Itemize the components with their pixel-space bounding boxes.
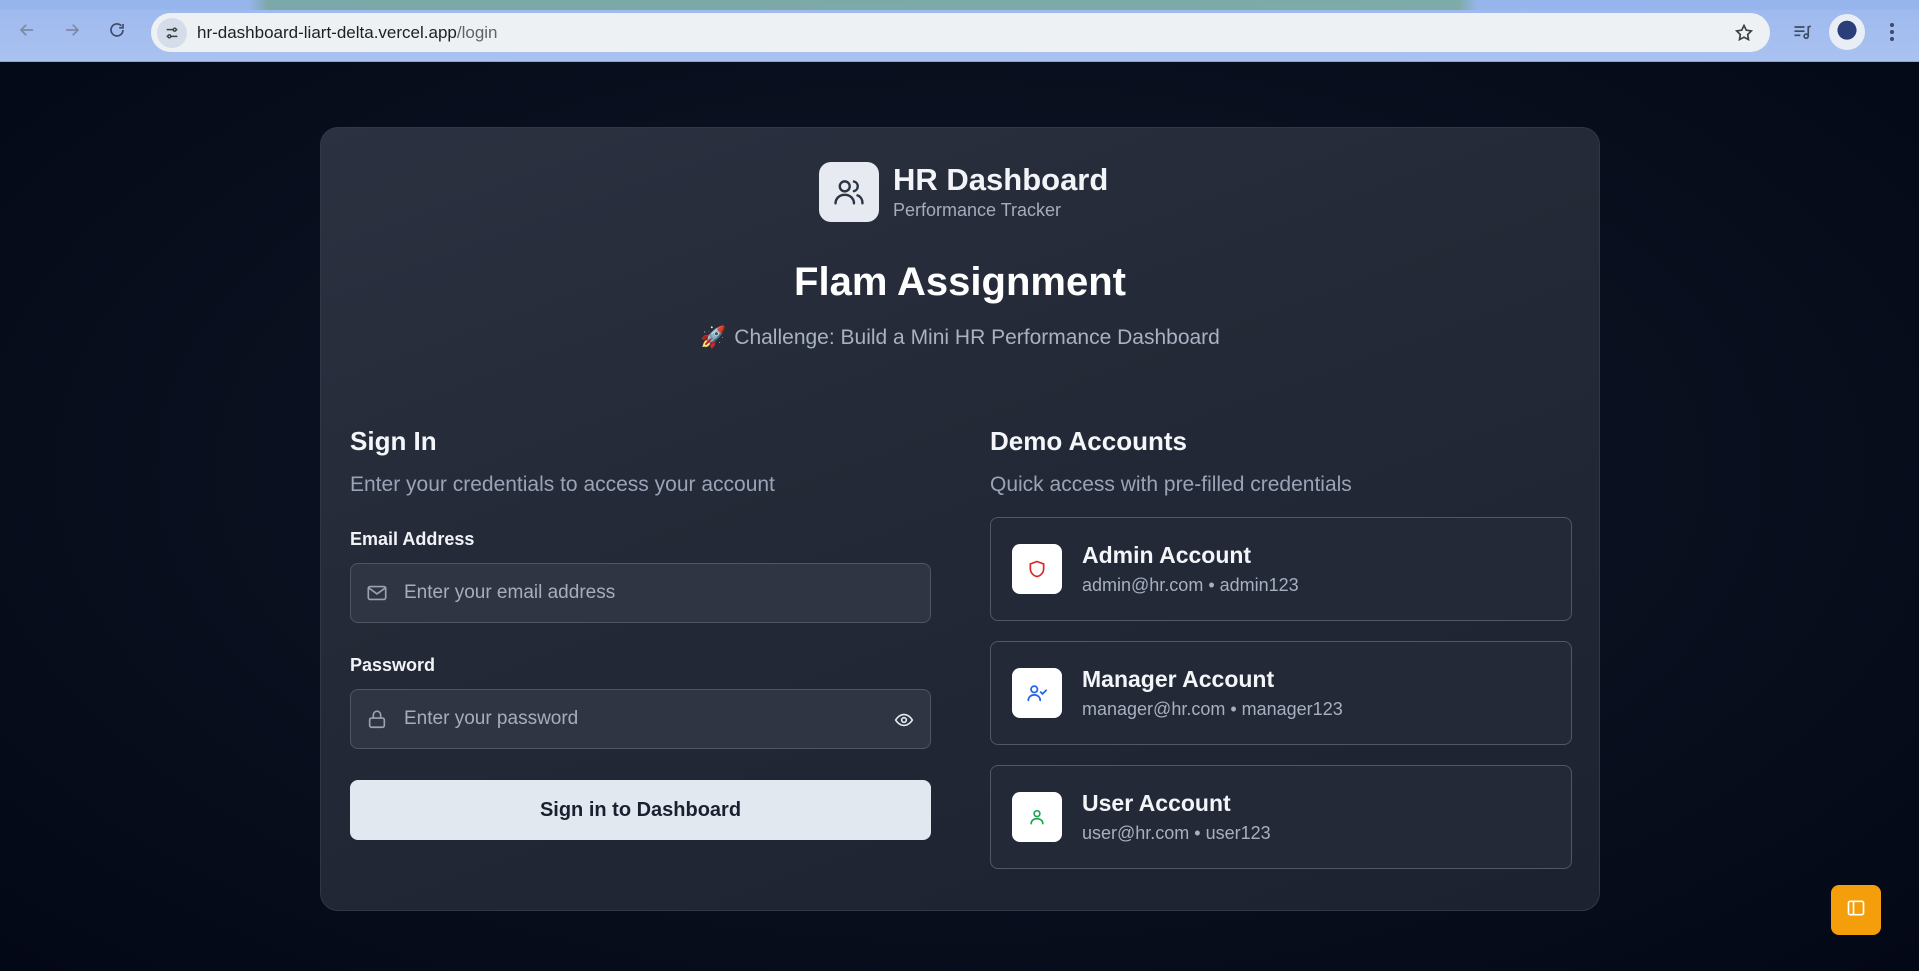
demo-account-admin[interactable]: Admin Account admin@hr.com • admin123 [990, 517, 1572, 621]
password-label: Password [350, 655, 436, 675]
demo-account-user[interactable]: User Account user@hr.com • user123 [990, 765, 1572, 869]
demo-account-credentials: user@hr.com • user123 [1082, 823, 1271, 843]
brand-subtitle: Performance Tracker [893, 200, 1062, 220]
brand-header: HR Dashboard Performance Tracker [819, 160, 1108, 224]
mail-icon [365, 581, 389, 605]
challenge-text: Challenge: Build a Mini HR Performance D… [734, 326, 1220, 349]
demo-title: Demo Accounts [990, 426, 1187, 456]
email-placeholder: Enter your email address [404, 582, 616, 603]
media-controls-icon[interactable] [1787, 14, 1817, 50]
sign-in-button[interactable]: Sign in to Dashboard [350, 780, 931, 840]
email-label: Email Address [350, 529, 475, 549]
demo-account-name: Manager Account [1082, 666, 1275, 692]
url-host: hr-dashboard-liart-delta.vercel.app [197, 22, 457, 42]
signin-section: Sign In Enter your credentials to access… [350, 426, 931, 840]
forward-icon[interactable] [58, 16, 86, 44]
lock-icon [365, 707, 389, 731]
site-info-icon[interactable] [157, 17, 187, 48]
sidebar-panel-icon [1846, 898, 1866, 923]
back-icon[interactable] [13, 16, 41, 44]
avatar [1829, 14, 1865, 50]
password-placeholder: Enter your password [404, 708, 579, 729]
email-field[interactable]: Enter your email address [350, 563, 931, 623]
demo-description: Quick access with pre-filled credentials [990, 473, 1352, 496]
rocket-icon: 🚀 [700, 326, 727, 349]
tab-strip [0, 0, 1919, 10]
url-text: hr-dashboard-liart-delta.vercel.app/logi… [197, 23, 498, 43]
more-menu-icon[interactable] [1880, 14, 1904, 50]
demo-account-credentials: manager@hr.com • manager123 [1082, 699, 1343, 719]
page-background: HR Dashboard Performance Tracker Flam As… [0, 62, 1919, 971]
browser-toolbar: hr-dashboard-liart-delta.vercel.app/logi… [0, 0, 1919, 62]
address-bar[interactable]: hr-dashboard-liart-delta.vercel.app/logi… [151, 13, 1770, 52]
show-password-eye-icon[interactable] [892, 708, 916, 732]
signin-title: Sign In [350, 426, 437, 456]
challenge-subtitle: 🚀 Challenge: Build a Mini HR Performance … [321, 326, 1599, 350]
demo-account-name: Admin Account [1082, 542, 1252, 568]
user-check-icon [1012, 668, 1062, 718]
demo-account-name: User Account [1082, 790, 1231, 816]
demo-account-credentials: admin@hr.com • admin123 [1082, 575, 1299, 595]
shield-icon [1012, 544, 1062, 594]
user-icon [1012, 792, 1062, 842]
password-field[interactable]: Enter your password [350, 689, 931, 749]
login-card: HR Dashboard Performance Tracker Flam As… [320, 127, 1600, 911]
reload-icon[interactable] [103, 16, 131, 44]
demo-accounts-section: Demo Accounts Quick access with pre-fill… [990, 426, 1572, 869]
panel-toggle-button[interactable] [1831, 885, 1881, 935]
demo-account-manager[interactable]: Manager Account manager@hr.com • manager… [990, 641, 1572, 745]
profile-avatar[interactable] [1829, 14, 1865, 50]
brand-title: HR Dashboard [893, 162, 1109, 197]
bookmark-star-icon[interactable] [1732, 21, 1756, 45]
page-title: Flam Assignment [794, 260, 1126, 304]
url-path: /login [456, 22, 498, 42]
users-icon [819, 162, 879, 222]
signin-description: Enter your credentials to access your ac… [350, 473, 775, 496]
